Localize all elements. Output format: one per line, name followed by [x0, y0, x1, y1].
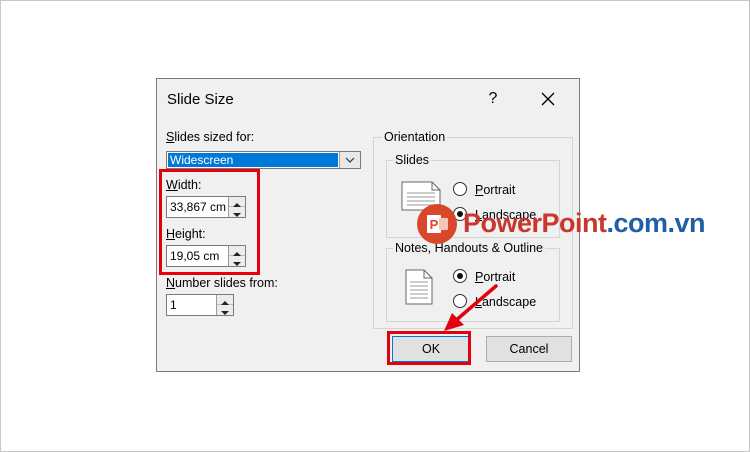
powerpoint-watermark: P PowerPoint.com.vn — [417, 202, 717, 246]
number-slides-stepper[interactable] — [216, 295, 233, 315]
notes-portrait-radio[interactable] — [453, 269, 467, 283]
chevron-down-icon — [345, 157, 355, 163]
dialog-title: Slide Size — [167, 91, 234, 108]
orientation-title: Orientation — [382, 130, 448, 144]
logo-letter: P — [430, 217, 439, 232]
watermark-text: PowerPoint.com.vn — [463, 208, 706, 239]
slides-sized-for-label: Slides sized for: — [166, 130, 255, 144]
number-slides-from-label: Number slides from: — [166, 276, 278, 290]
number-increase-button[interactable] — [217, 295, 233, 305]
close-button[interactable] — [537, 88, 559, 110]
number-decrease-button[interactable] — [217, 305, 233, 315]
portrait-page-icon — [405, 269, 433, 305]
slides-sized-for-value: Widescreen — [168, 153, 338, 167]
powerpoint-logo-icon: P — [417, 204, 457, 244]
watermark-part2: .com.vn — [606, 208, 706, 238]
dropdown-button[interactable] — [339, 152, 360, 168]
close-icon — [541, 92, 555, 106]
number-slides-from-field[interactable]: 1 — [166, 294, 234, 316]
slides-portrait-label: Portrait — [475, 183, 516, 197]
watermark-part1: PowerPoint — [463, 208, 607, 238]
triangle-down-icon — [221, 311, 229, 315]
cancel-button[interactable]: Cancel — [486, 336, 572, 362]
slides-sized-for-select[interactable]: Widescreen — [166, 151, 361, 169]
powerpoint-logo-glyph: P — [427, 215, 448, 233]
slides-group-title: Slides — [393, 153, 432, 167]
ok-highlight-box — [387, 331, 471, 365]
red-arrow-icon — [444, 284, 498, 331]
help-button[interactable]: ? — [482, 88, 504, 110]
dimensions-highlight-box — [159, 169, 260, 275]
slides-portrait-radio[interactable] — [453, 182, 467, 196]
